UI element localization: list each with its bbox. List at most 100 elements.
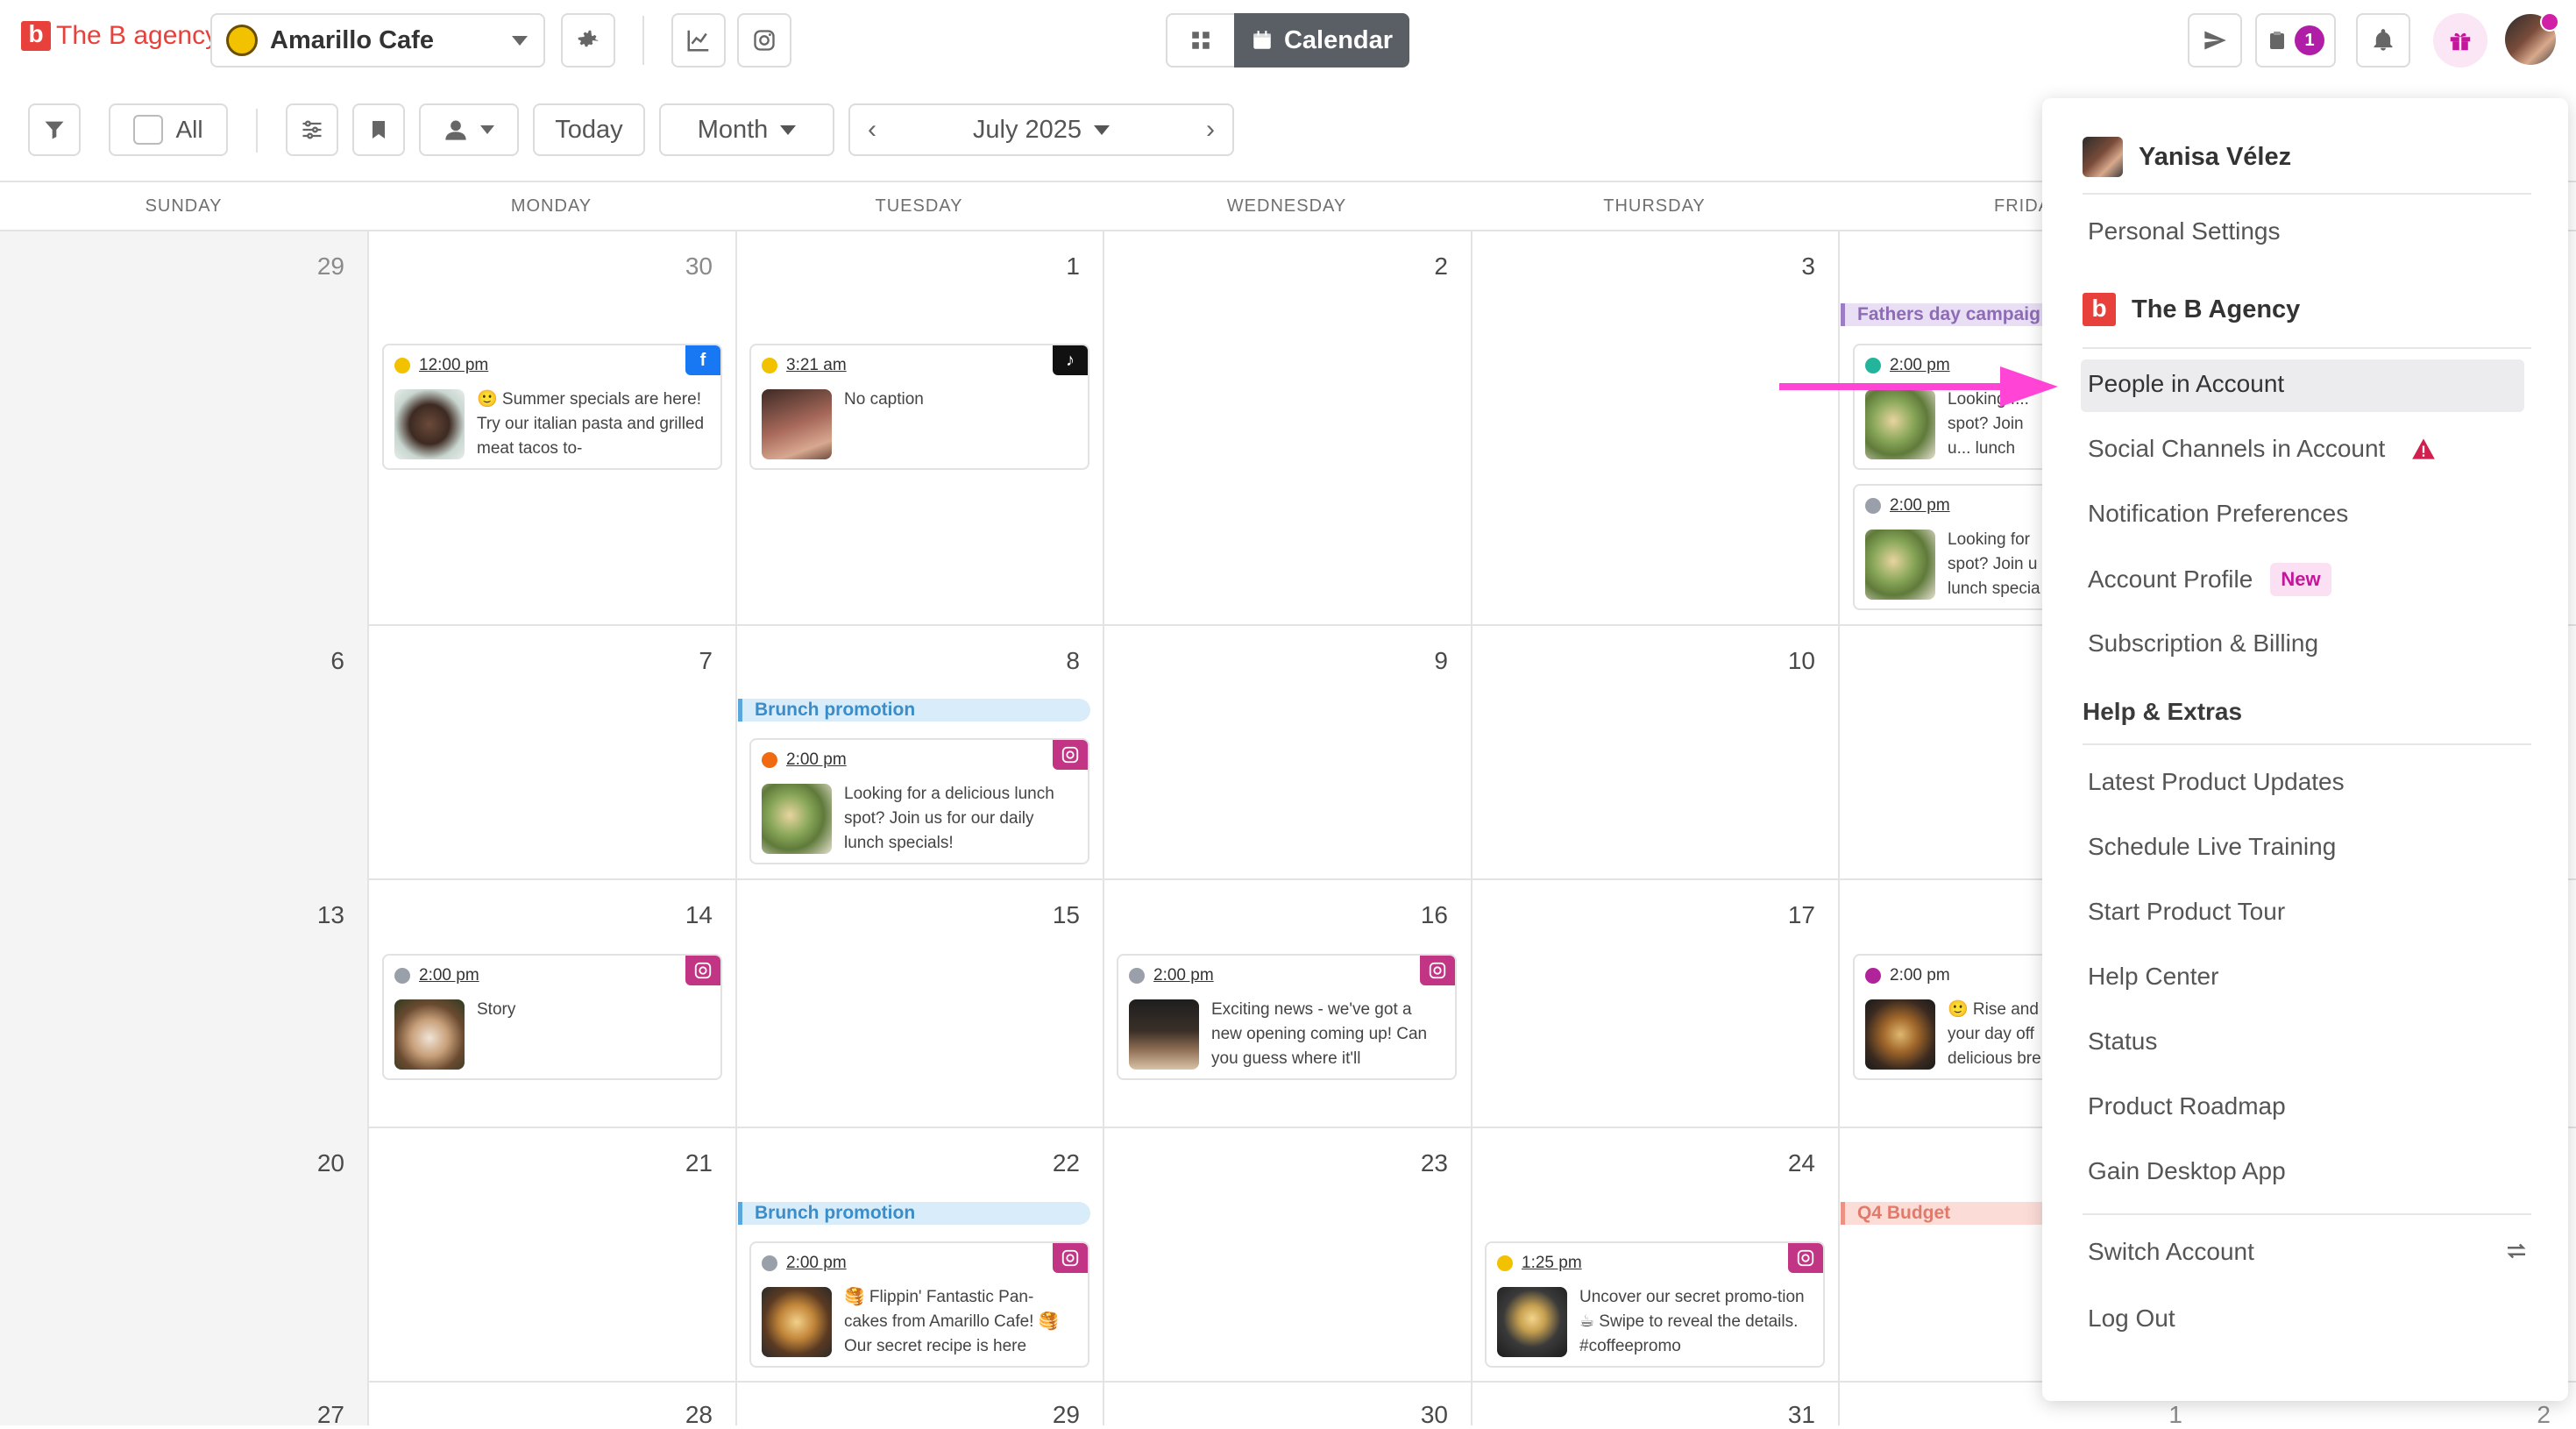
view-mode-dropdown[interactable]: Month (659, 103, 834, 156)
brand-logo[interactable]: b The B agency (21, 21, 218, 51)
date-number[interactable]: 3 (1745, 252, 1815, 281)
gift-button[interactable] (2433, 13, 2487, 68)
post-thumbnail[interactable] (394, 389, 465, 459)
post-time[interactable]: 3:21 am (786, 356, 847, 375)
date-number[interactable]: 30 (1378, 1401, 1448, 1429)
post-thumbnail[interactable] (394, 999, 465, 1070)
calendar-view-button[interactable]: Calendar (1234, 13, 1409, 68)
campaign-banner[interactable]: Brunch promotion (738, 699, 1090, 722)
today-button[interactable]: Today (533, 103, 645, 156)
date-number[interactable]: 30 (642, 252, 713, 281)
menu-item-personal-settings[interactable]: Personal Settings (2088, 217, 2280, 245)
date-number[interactable]: 23 (1378, 1149, 1448, 1177)
post-thumbnail[interactable] (1865, 530, 1935, 600)
grid-view-button[interactable] (1166, 13, 1236, 68)
campaign-banner[interactable]: Q4 Budget (1841, 1202, 2051, 1225)
select-all-toggle[interactable]: All (109, 103, 228, 156)
instagram-icon (754, 30, 775, 51)
menu-item-subscription-billing[interactable]: Subscription & Billing (2088, 629, 2318, 658)
date-number[interactable]: 29 (274, 252, 344, 281)
menu-item-product-roadmap[interactable]: Product Roadmap (2088, 1092, 2286, 1120)
post-card[interactable]: 1:25 pm Uncover our secret promo-tion ☕ … (1485, 1241, 1825, 1368)
menu-item-log-out[interactable]: Log Out (2088, 1305, 2175, 1333)
date-number[interactable]: 8 (1010, 647, 1080, 675)
post-time[interactable]: 1:25 pm (1522, 1254, 1582, 1273)
post-card[interactable]: 2:00 pm Story (382, 954, 722, 1080)
post-thumbnail[interactable] (1129, 999, 1199, 1070)
post-time[interactable]: 2:00 pm (1890, 496, 1950, 515)
publish-button[interactable] (2188, 13, 2242, 68)
instagram-view-button[interactable] (737, 13, 791, 68)
post-time[interactable]: 2:00 pm (419, 966, 479, 985)
prev-month-button[interactable]: ‹ (868, 115, 876, 145)
menu-item-notification-preferences[interactable]: Notification Preferences (2088, 500, 2348, 528)
avatar[interactable] (2505, 12, 2559, 65)
brand-name: The B agency (56, 21, 219, 50)
date-number[interactable]: 29 (1010, 1401, 1080, 1429)
date-number[interactable]: 2 (1378, 252, 1448, 281)
menu-item-live-training[interactable]: Schedule Live Training (2088, 833, 2336, 861)
date-number[interactable]: 13 (274, 901, 344, 929)
campaign-banner[interactable]: Brunch promotion (738, 1202, 1090, 1225)
date-number[interactable]: 14 (642, 901, 713, 929)
menu-item-desktop-app[interactable]: Gain Desktop App (2088, 1157, 2286, 1185)
post-card[interactable]: 12:00 pm f 🙂 Summer specials are here! T… (382, 344, 722, 470)
post-time[interactable]: 2:00 pm (1153, 966, 1214, 985)
post-card[interactable]: 3:21 am ♪ No caption (749, 344, 1089, 470)
switch-icon[interactable] (2503, 1238, 2530, 1264)
analytics-button[interactable] (671, 13, 726, 68)
checkbox[interactable] (133, 115, 164, 145)
notifications-button[interactable] (2356, 13, 2410, 68)
settings-button[interactable] (561, 13, 615, 68)
post-thumbnail[interactable] (762, 1287, 832, 1357)
post-time[interactable]: 2:00 pm (1890, 966, 1950, 985)
date-number[interactable]: 7 (642, 647, 713, 675)
menu-item-latest-updates[interactable]: Latest Product Updates (2088, 768, 2345, 796)
menu-item-product-tour[interactable]: Start Product Tour (2088, 898, 2285, 926)
user-filter-button[interactable] (419, 103, 519, 156)
post-thumbnail[interactable] (762, 389, 832, 459)
date-number[interactable]: 17 (1745, 901, 1815, 929)
tasks-button[interactable]: 1 (2255, 13, 2336, 68)
status-dot (762, 1255, 777, 1271)
filter-button[interactable] (28, 103, 81, 156)
date-number[interactable]: 27 (274, 1401, 344, 1429)
date-number[interactable]: 21 (642, 1149, 713, 1177)
menu-item-switch-account[interactable]: Switch Account (2088, 1238, 2254, 1266)
period-selector[interactable]: July 2025 (973, 116, 1111, 145)
date-number[interactable]: 2 (2480, 1401, 2551, 1429)
date-number[interactable]: 15 (1010, 901, 1080, 929)
date-number[interactable]: 1 (2112, 1401, 2182, 1429)
post-card[interactable]: 2:00 pm Looking for spot? Join u lunch s… (1853, 484, 2051, 610)
date-number[interactable]: 24 (1745, 1149, 1815, 1177)
date-number[interactable]: 22 (1010, 1149, 1080, 1177)
bookmark-button[interactable] (352, 103, 405, 156)
post-time[interactable]: 2:00 pm (786, 750, 847, 770)
post-thumbnail[interactable] (1497, 1287, 1567, 1357)
date-number[interactable]: 6 (274, 647, 344, 675)
account-selector[interactable]: Amarillo Cafe (210, 13, 545, 68)
post-time[interactable]: 2:00 pm (786, 1254, 847, 1273)
post-card[interactable]: 2:00 pm Looking for a delicious lunch sp… (749, 738, 1089, 864)
date-number[interactable]: 9 (1378, 647, 1448, 675)
post-card[interactable]: 2:00 pm 🥞 Flippin' Fantastic Pan-cakes f… (749, 1241, 1089, 1368)
post-time[interactable]: 12:00 pm (419, 356, 488, 375)
date-number[interactable]: 28 (642, 1401, 713, 1429)
campaign-banner[interactable]: Fathers day campaig (1841, 303, 2051, 326)
menu-item-help-center[interactable]: Help Center (2088, 963, 2218, 991)
date-number[interactable]: 1 (1010, 252, 1080, 281)
post-card[interactable]: 2:00 pm Exciting news - we've got a new … (1117, 954, 1457, 1080)
date-number[interactable]: 10 (1745, 647, 1815, 675)
post-thumbnail[interactable] (1865, 999, 1935, 1070)
date-number[interactable]: 31 (1745, 1401, 1815, 1429)
menu-item-status[interactable]: Status (2088, 1027, 2157, 1056)
menu-item-people-in-account[interactable]: People in Account (2088, 370, 2284, 398)
post-thumbnail[interactable] (762, 784, 832, 854)
date-number[interactable]: 16 (1378, 901, 1448, 929)
date-number[interactable]: 20 (274, 1149, 344, 1177)
adjust-button[interactable] (286, 103, 338, 156)
next-month-button[interactable]: › (1206, 115, 1215, 145)
menu-item-account-profile[interactable]: Account Profile New (2088, 563, 2331, 596)
menu-item-social-channels[interactable]: Social Channels in Account (2088, 435, 2436, 463)
post-card[interactable]: 2:00 pm 🙂 Rise and your day off deliciou… (1853, 954, 2051, 1080)
